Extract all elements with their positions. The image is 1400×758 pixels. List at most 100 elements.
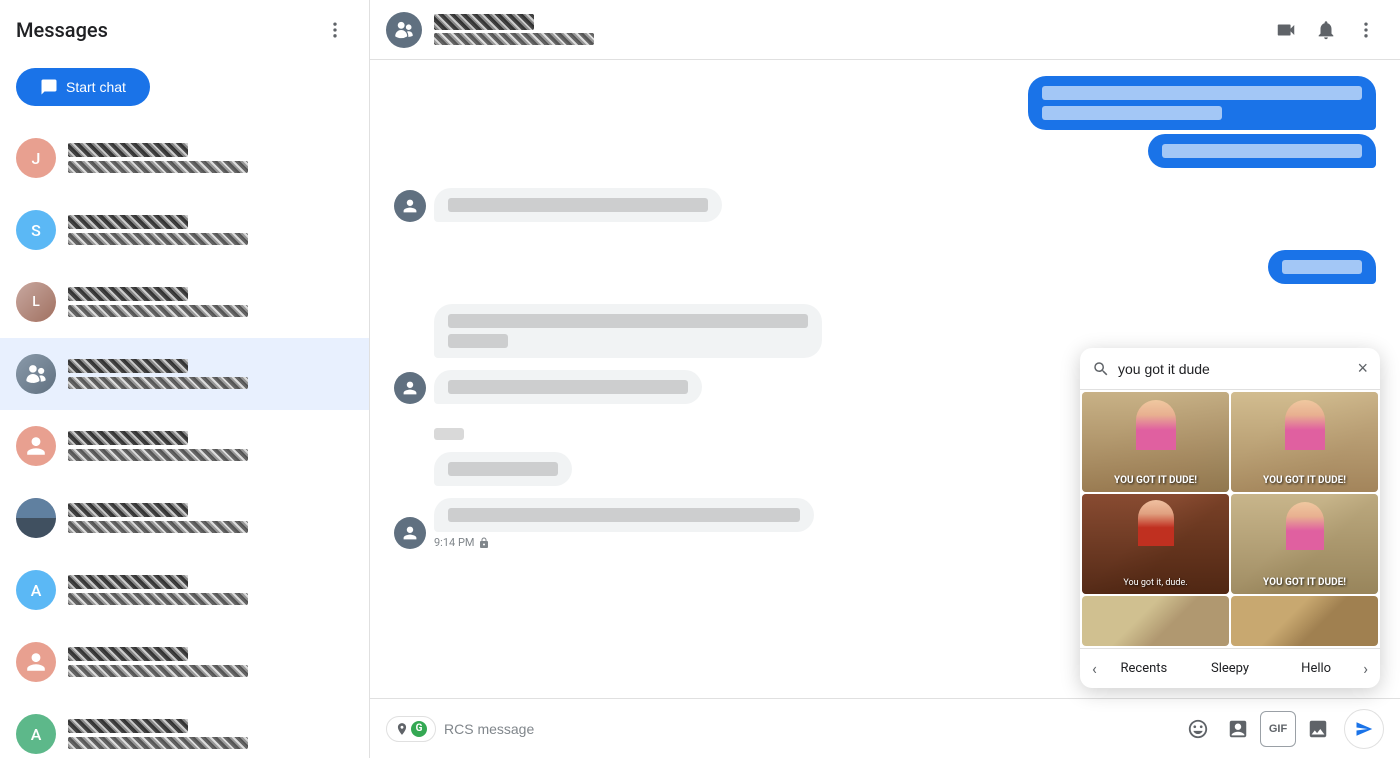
start-chat-button[interactable]: Start chat (16, 68, 150, 106)
conv-name-a2 (68, 719, 188, 733)
gif-item-4[interactable]: YOU GOT IT DUDE! (1231, 494, 1378, 594)
conv-preview-anon2 (68, 665, 248, 677)
conv-content-s (68, 215, 353, 245)
conv-name-l (68, 287, 188, 301)
conversation-item-a2[interactable]: A (0, 698, 369, 758)
recv-2-line-1 (448, 314, 808, 328)
conv-name-a1 (68, 575, 188, 589)
gif-item-2[interactable]: YOU GOT IT DUDE! (1231, 392, 1378, 492)
recv-avatar-5 (394, 517, 426, 549)
image-button[interactable] (1300, 711, 1336, 747)
gif-label-1: YOU GOT IT DUDE! (1082, 475, 1229, 486)
emoji-button[interactable] (1180, 711, 1216, 747)
notifications-button[interactable] (1308, 12, 1344, 48)
conversation-item-a1[interactable]: A (0, 554, 369, 626)
gif-category-sleepy[interactable]: Sleepy (1187, 655, 1273, 682)
avatar-s: S (16, 210, 56, 250)
conv-preview-l (68, 305, 248, 317)
conversation-item-city[interactable] (0, 482, 369, 554)
gif-search-bar: × (1080, 348, 1380, 390)
gif-figure-1 (1082, 400, 1229, 450)
message-input[interactable] (444, 713, 1172, 745)
avatar-anon1 (16, 426, 56, 466)
input-area: G GIF (370, 698, 1400, 758)
message-row-recv-1 (394, 188, 1376, 222)
sidebar-title: Messages (16, 18, 108, 42)
avatar-a1: A (16, 570, 56, 610)
gif-button[interactable]: GIF (1260, 711, 1296, 747)
location-share-button[interactable]: G (386, 716, 436, 742)
bubble-line-3 (1162, 144, 1362, 158)
recv-4b-line (448, 462, 558, 476)
conv-content-active (68, 359, 353, 389)
gif-search-clear-button[interactable]: × (1357, 358, 1368, 379)
gif-person-4 (1286, 502, 1324, 550)
chat-header-actions (1268, 12, 1384, 48)
conversation-item-anon2[interactable] (0, 626, 369, 698)
gif-person-3 (1138, 500, 1174, 546)
message-bubble-sent-1b (1148, 134, 1376, 168)
conversation-item-l[interactable]: L (0, 266, 369, 338)
gif-item-6[interactable] (1231, 596, 1378, 646)
gif-label-4: YOU GOT IT DUDE! (1231, 577, 1378, 588)
avatar-a2: A (16, 714, 56, 754)
gif-person-2 (1285, 400, 1325, 450)
gif-label-3: You got it, dude. (1082, 578, 1229, 588)
input-icons: GIF (1180, 711, 1336, 747)
gif-item-1[interactable]: YOU GOT IT DUDE! (1082, 392, 1229, 492)
conversations-list: J S L (0, 122, 369, 758)
gif-person-1 (1136, 400, 1176, 450)
conversation-item-s[interactable]: S (0, 194, 369, 266)
gif-category-next-button[interactable]: › (1359, 655, 1372, 682)
conv-name-anon2 (68, 647, 188, 661)
gif-panel: × YOU GOT IT DUDE! YOU GOT IT DUDE! (1080, 348, 1380, 688)
google-icon: G (411, 721, 427, 737)
conv-preview-active (68, 377, 248, 389)
chat-contact-name-redacted (434, 14, 534, 30)
bubble-line-2 (1042, 106, 1222, 120)
conv-name-active (68, 359, 188, 373)
conv-preview-city (68, 521, 248, 533)
message-bubble-recv-3 (434, 370, 702, 404)
timestamp-text: 9:14 PM (434, 536, 474, 549)
conversation-item-j[interactable]: J (0, 122, 369, 194)
send-button[interactable] (1344, 709, 1384, 749)
gif-category-prev-button[interactable]: ‹ (1088, 655, 1101, 682)
gif-figure-3 (1082, 500, 1229, 546)
conversation-item-active[interactable] (0, 338, 369, 410)
gif-search-icon (1092, 360, 1110, 378)
recv-bubble-line-1 (448, 198, 708, 212)
sticker-button[interactable] (1220, 711, 1256, 747)
recv-3-line-1 (448, 380, 688, 394)
gif-category-hello[interactable]: Hello (1273, 655, 1359, 682)
sidebar-more-options-button[interactable] (317, 12, 353, 48)
recv-avatar-3 (394, 372, 426, 404)
recv-2-line-2 (448, 334, 508, 348)
avatar-anon2 (16, 642, 56, 682)
avatar-city (16, 498, 56, 538)
bubble-line-1 (1042, 86, 1362, 100)
conv-content-anon1 (68, 431, 353, 461)
gif-figure-2 (1231, 400, 1378, 450)
gif-item-5[interactable] (1082, 596, 1229, 646)
sidebar-header: Messages (0, 0, 369, 60)
chat-header (370, 0, 1400, 60)
gif-item-3[interactable]: You got it, dude. (1082, 494, 1229, 594)
header-more-options-button[interactable] (1348, 12, 1384, 48)
gif-category-recents[interactable]: Recents (1101, 655, 1187, 682)
conv-content-city (68, 503, 353, 533)
message-bubble-recv-4b (434, 452, 572, 486)
conv-content-a2 (68, 719, 353, 749)
video-call-button[interactable] (1268, 12, 1304, 48)
gif-grid: YOU GOT IT DUDE! YOU GOT IT DUDE! You go… (1080, 390, 1380, 648)
message-row-sent-2 (394, 250, 1376, 284)
conv-content-anon2 (68, 647, 353, 677)
message-bubble-recv-1 (434, 188, 722, 222)
conv-preview-a1 (68, 593, 248, 605)
gif-figure-4 (1231, 502, 1378, 550)
message-row-sent-1b (394, 134, 1376, 168)
conv-name-anon1 (68, 431, 188, 445)
conversation-item-anon1[interactable] (0, 410, 369, 482)
gif-search-input[interactable] (1118, 361, 1349, 377)
conv-name-s (68, 215, 188, 229)
